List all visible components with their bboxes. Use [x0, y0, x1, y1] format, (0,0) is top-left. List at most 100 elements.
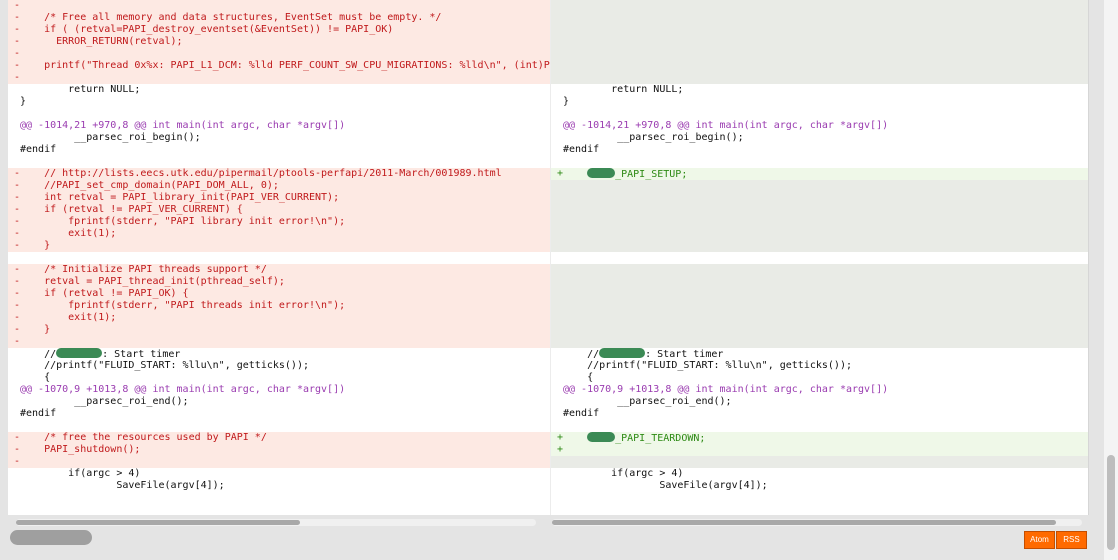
redacted-text-mark [587, 168, 616, 178]
code-text: //printf("FLUID_START: %llu\n", getticks… [20, 360, 309, 371]
diff-line [551, 420, 1088, 432]
code-text: __parsec_roi_begin(); [563, 132, 744, 143]
diff-line: #endif [8, 144, 550, 156]
page-horizontal-scroll-thumb[interactable] [10, 530, 92, 545]
diff-line: __parsec_roi_begin(); [551, 132, 1088, 144]
diff-line [551, 12, 1088, 24]
diff-line [551, 456, 1088, 468]
diff-line: } [8, 96, 550, 108]
diff-line [551, 264, 1088, 276]
deleted-line: - if (retval != PAPI_OK) { [8, 288, 550, 300]
diff-line: // : Start timer [551, 348, 1088, 360]
diff-line [8, 156, 550, 168]
diff-line-text: __parsec_roi_begin(); [563, 132, 744, 144]
added-line: + _PAPI_TEARDOWN; [551, 432, 1088, 444]
diff-line: { [551, 372, 1088, 384]
code-text: @@ -1014,21 +970,8 @@ int main(int argc,… [563, 120, 889, 131]
redacted-text-mark [599, 348, 646, 358]
deleted-line: - int retval = PAPI_library_init(PAPI_VE… [8, 192, 550, 204]
redacted-text-mark [56, 348, 103, 358]
diff-line-text: } [563, 96, 569, 108]
code-text: int retval = PAPI_library_init(PAPI_VER_… [20, 192, 340, 203]
diff-line-text: if(argc > 4) [563, 468, 683, 480]
diff-line: { [8, 372, 550, 384]
deleted-line: - } [8, 324, 550, 336]
side-by-side-diff: - - /* Free all memory and data structure… [8, 0, 1089, 515]
code-text: __parsec_roi_end(); [20, 396, 189, 407]
rss-feed-button[interactable]: RSS [1056, 531, 1087, 549]
code-text: { [20, 372, 51, 383]
code-text: retval = PAPI_thread_init(pthread_self); [20, 276, 285, 287]
diff-line-text: //printf("FLUID_START: %llu\n", getticks… [563, 360, 852, 372]
diff-line-text: } [20, 324, 50, 336]
diff-new-pane: return NULL;} @@ -1014,21 +970,8 @@ int m… [550, 0, 1088, 515]
diff-line [8, 252, 550, 264]
diff-line-text: int retval = PAPI_library_init(PAPI_VER_… [20, 192, 339, 204]
diff-line-text: /* Free all memory and data structures, … [20, 12, 441, 24]
deleted-line: - fprintf(stderr, "PAPI threads init err… [8, 300, 550, 312]
diff-line-text: _PAPI_TEARDOWN; [563, 432, 705, 444]
diff-line: #endif [551, 144, 1088, 156]
diff-marker: - [14, 456, 21, 467]
diff-line-text: return NULL; [563, 84, 683, 96]
code-text: exit(1); [20, 312, 117, 323]
diff-line [551, 288, 1088, 300]
code-text: __parsec_roi_end(); [563, 396, 732, 407]
deleted-line: - // http://lists.eecs.utk.edu/pipermail… [8, 168, 550, 180]
diff-line-text: if (retval != PAPI_OK) { [20, 288, 189, 300]
diff-line-text: __parsec_roi_end(); [20, 396, 189, 408]
diff-marker: - [14, 336, 21, 347]
code-text: SaveFile(argv[4]); [563, 480, 768, 491]
code-text: // [563, 349, 600, 360]
diff-line-text: //printf("FLUID_START: %llu\n", getticks… [20, 360, 309, 372]
deleted-line: - printf("Thread 0x%x: PAPI_L1_DCM: %lld… [8, 60, 550, 72]
page-vertical-scrollbar[interactable] [1104, 0, 1118, 560]
diff-line: if(argc > 4) [551, 468, 1088, 480]
code-text: SaveFile(argv[4]); [20, 480, 225, 491]
diff-line [551, 276, 1088, 288]
redacted-text-mark [587, 432, 616, 442]
diff-line: #endif [551, 408, 1088, 420]
diff-line-text: { [563, 372, 593, 384]
left-pane-horizontal-scrollbar[interactable] [16, 519, 536, 526]
diff-line-text: fprintf(stderr, "PAPI threads init error… [20, 300, 345, 312]
right-pane-horizontal-scrollbar[interactable] [552, 519, 1082, 526]
right-pane-scroll-thumb[interactable] [552, 520, 1056, 525]
code-text: //printf("FLUID_START: %llu\n", getticks… [563, 360, 852, 371]
code-text: // http://lists.eecs.utk.edu/pipermail/p… [20, 168, 502, 179]
diff-line: SaveFile(argv[4]); [8, 480, 550, 492]
diff-marker: - [14, 48, 21, 59]
deleted-line: - [8, 336, 550, 348]
code-text: #endif [563, 408, 600, 419]
code-text: : Start timer [645, 349, 724, 360]
left-pane-scroll-thumb[interactable] [16, 520, 300, 525]
diff-line [8, 108, 550, 120]
code-text: if (retval != PAPI_OK) { [20, 288, 189, 299]
diff-line-text: /* free the resources used by PAPI */ [20, 432, 267, 444]
deleted-line: - /* free the resources used by PAPI */ [8, 432, 550, 444]
diff-line-text: @@ -1014,21 +970,8 @@ int main(int argc,… [20, 120, 345, 132]
added-line: + [551, 444, 1088, 456]
diff-line-text: SaveFile(argv[4]); [20, 480, 225, 492]
diff-line-text: #endif [20, 144, 56, 156]
atom-feed-button[interactable]: Atom [1024, 531, 1055, 549]
diff-hunk-header: @@ -1070,9 +1013,8 @@ int main(int argc,… [8, 384, 550, 396]
diff-line-text: exit(1); [20, 228, 116, 240]
code-text: @@ -1070,9 +1013,8 @@ int main(int argc,… [563, 384, 889, 395]
diff-line-text: fprintf(stderr, "PAPI library init error… [20, 216, 345, 228]
diff-line-text: @@ -1070,9 +1013,8 @@ int main(int argc,… [20, 384, 345, 396]
diff-line: __parsec_roi_end(); [8, 396, 550, 408]
deleted-line: - /* Free all memory and data structures… [8, 12, 550, 24]
diff-line-text: if ( (retval=PAPI_destroy_eventset(&Even… [20, 24, 393, 36]
diff-line [551, 108, 1088, 120]
diff-line [8, 420, 550, 432]
diff-line: #endif [8, 408, 550, 420]
page-vertical-scroll-thumb[interactable] [1107, 455, 1115, 550]
deleted-line: - PAPI_shutdown(); [8, 444, 550, 456]
code-text: if (retval != PAPI_VER_CURRENT) { [20, 204, 243, 215]
diff-hunk-header: @@ -1014,21 +970,8 @@ int main(int argc,… [8, 120, 550, 132]
diff-line-text: /* Initialize PAPI threads support */ [20, 264, 267, 276]
diff-line [551, 192, 1088, 204]
diff-line [551, 336, 1088, 348]
